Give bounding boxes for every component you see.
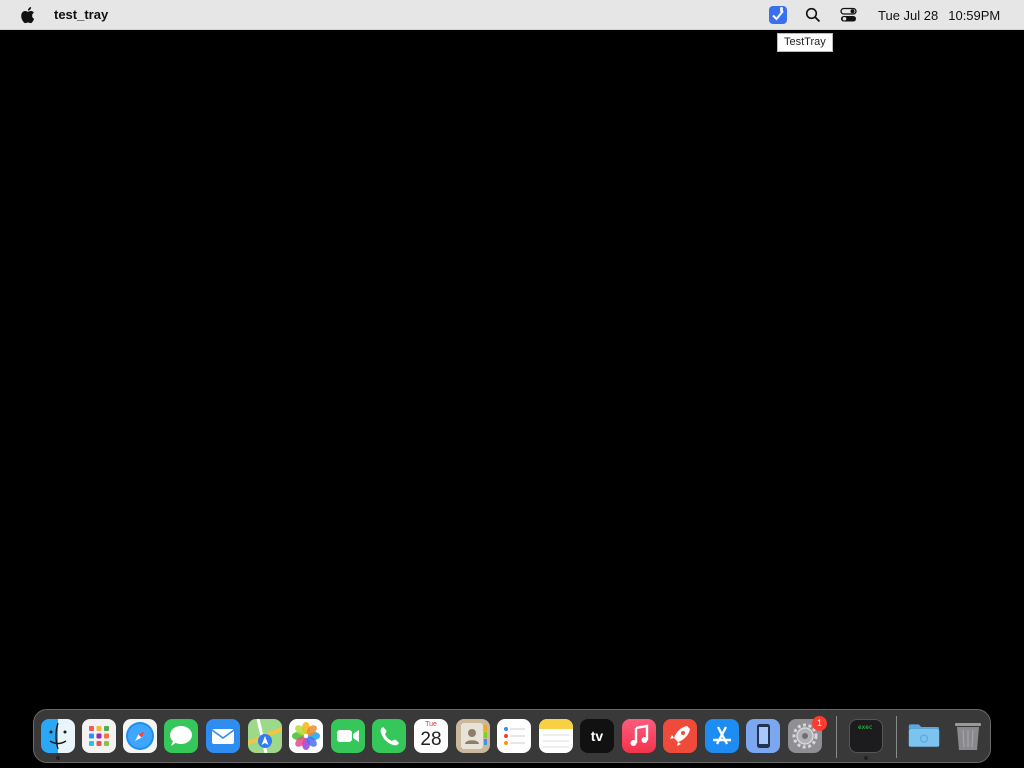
calendar-icon[interactable]: Tue 28 [414, 719, 448, 753]
app-store-icon[interactable] [705, 719, 739, 753]
menu-bar-clock[interactable]: Tue Jul 28 10:59PM [878, 8, 1000, 23]
contacts-icon[interactable] [456, 719, 490, 753]
calendar-date-label: 28 [420, 729, 442, 750]
apple-menu-icon[interactable] [19, 6, 35, 24]
trash-icon[interactable] [951, 719, 985, 753]
test-tray-icon[interactable] [769, 6, 787, 24]
facetime-icon[interactable] [331, 719, 365, 753]
calendar-day-label: Tue [425, 721, 437, 728]
finder-running-dot [56, 756, 60, 760]
photos-icon[interactable] [289, 719, 323, 753]
terminal-running-dot [864, 756, 868, 760]
tray-tooltip: TestTray [777, 33, 833, 52]
control-center-icon[interactable] [840, 7, 857, 23]
rocket-icon[interactable] [663, 719, 697, 753]
safari-icon[interactable] [123, 719, 157, 753]
spotlight-search-icon[interactable] [805, 7, 821, 23]
clock-date: Tue Jul 28 [878, 8, 939, 23]
menu-bar: test_tray Tue Jul 28 10:59PM [0, 0, 1024, 30]
simulator-icon[interactable] [746, 719, 780, 753]
music-icon[interactable] [622, 719, 656, 753]
messages-icon[interactable] [164, 719, 198, 753]
tv-icon-label: tv [590, 728, 604, 744]
notes-icon[interactable] [539, 719, 573, 753]
terminal-icon[interactable]: exec [849, 719, 883, 753]
maps-icon[interactable] [248, 719, 282, 753]
reminders-icon[interactable] [497, 719, 531, 753]
settings-notification-badge: 1 [812, 716, 827, 731]
finder-icon[interactable] [41, 719, 75, 753]
clock-time: 10:59PM [948, 8, 1001, 23]
terminal-icon-label: exec [858, 724, 873, 731]
phone-icon[interactable] [372, 719, 406, 753]
dock-separator [836, 716, 837, 758]
mail-icon[interactable] [206, 719, 240, 753]
folder-icon[interactable] [907, 719, 941, 753]
app-name-menu[interactable]: test_tray [54, 7, 108, 22]
dock: Tue 28 tv 1 exec [33, 709, 991, 763]
launchpad-icon[interactable] [82, 719, 116, 753]
tv-icon[interactable]: tv [580, 719, 614, 753]
dock-separator [896, 716, 897, 758]
